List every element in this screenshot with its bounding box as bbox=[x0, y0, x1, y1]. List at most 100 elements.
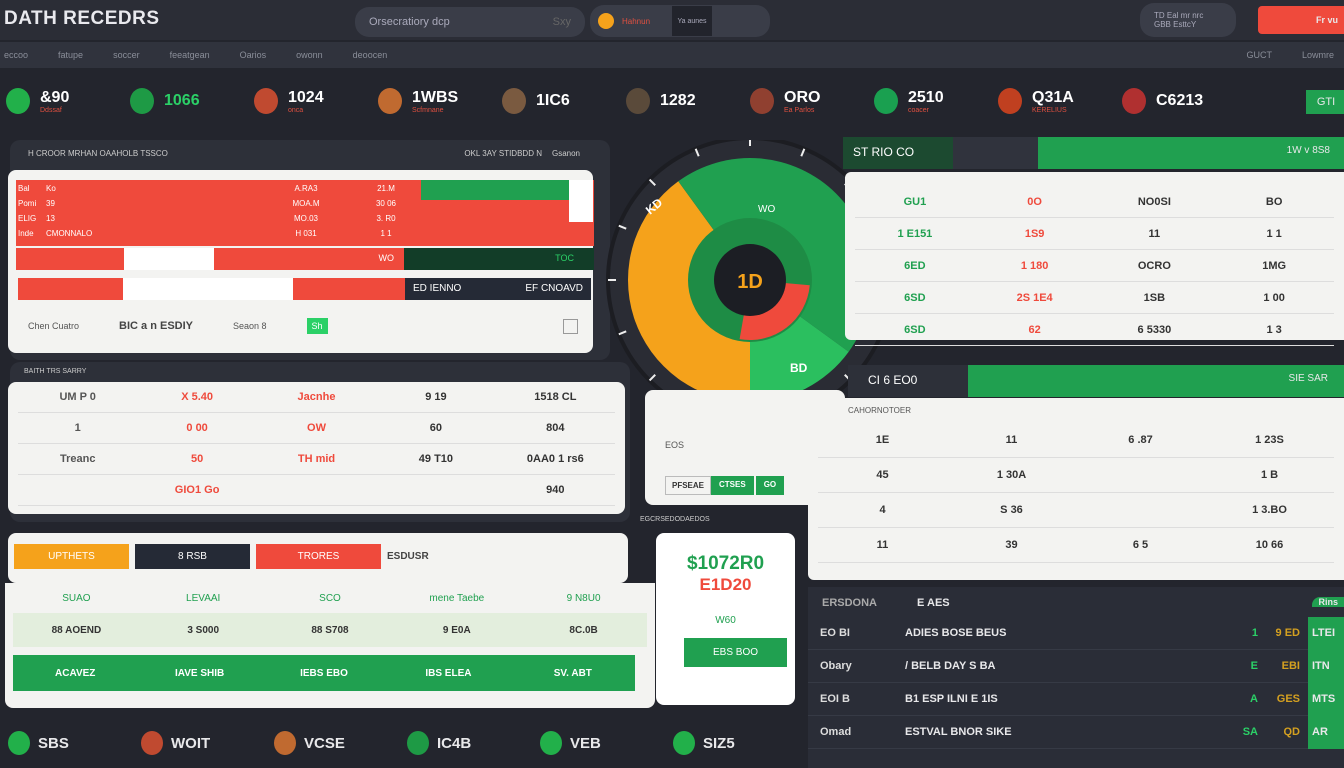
player-item[interactable]: 1024 onca bbox=[248, 88, 372, 114]
slice-label: BD bbox=[790, 361, 808, 375]
table-cell: 4 bbox=[879, 504, 886, 516]
nav-item[interactable]: feeatgean bbox=[170, 50, 210, 60]
table-row[interactable]: 1E 11 6 .87 1 23S bbox=[818, 423, 1334, 458]
table-row[interactable]: 6ED 1 180 OCRO 1MG bbox=[855, 250, 1334, 282]
nav-item[interactable]: Lowmre bbox=[1302, 50, 1334, 60]
table-cell: 45 bbox=[876, 469, 889, 481]
promo-button[interactable]: EBS BOO bbox=[684, 638, 787, 667]
cta-button[interactable]: Fr vu bbox=[1258, 6, 1344, 34]
column-header: E AES bbox=[917, 597, 950, 609]
odds-cell: 1 1 bbox=[380, 229, 392, 238]
table-cell: 88 AOEND bbox=[51, 624, 102, 636]
footer-badge[interactable]: Sh bbox=[306, 318, 328, 334]
player-item[interactable]: VCSE bbox=[266, 731, 399, 755]
fixture-row[interactable]: EOI B B1 ESP ILNI E 1IS A GES MTS bbox=[808, 682, 1344, 716]
player-sub: KERELIUS bbox=[1032, 106, 1067, 114]
user-menu[interactable]: TD Eal mr nrc GBB EsttcY bbox=[1140, 3, 1236, 37]
player-strip: &90 Ddssaf 1066 1024 onca 1WBS Scfmnane 1IC6 128… bbox=[0, 70, 1344, 132]
card-button[interactable]: CTSES bbox=[711, 476, 754, 495]
table-row[interactable]: Treanc 50 TH mid 49 T10 0AA0 1 rs6 bbox=[18, 444, 615, 475]
odds-cell: 30 06 bbox=[375, 199, 397, 208]
card-button[interactable]: GO bbox=[755, 476, 785, 495]
player-item[interactable]: Q31A KERELIUS bbox=[992, 88, 1116, 114]
player-item[interactable]: SBS bbox=[0, 731, 133, 755]
player-item[interactable]: 1066 bbox=[124, 88, 248, 114]
nav-item[interactable]: fatupe bbox=[58, 50, 83, 60]
gauge-card-label: EOS bbox=[665, 440, 685, 450]
player-item[interactable]: WOIT bbox=[133, 731, 266, 755]
player-item[interactable]: &90 Ddssaf bbox=[0, 88, 124, 114]
market-green-label[interactable]: SIE SAR bbox=[968, 365, 1344, 397]
player-item[interactable]: ORO Ea Parlos bbox=[744, 88, 868, 114]
table-cell: 6 .87 bbox=[1128, 434, 1153, 446]
nav-item[interactable]: deoocen bbox=[353, 50, 388, 60]
nav-item[interactable]: GUCT bbox=[1246, 50, 1272, 60]
panel-title: BAITH TRS SARRY bbox=[24, 368, 87, 375]
table-cell: GU1 bbox=[903, 195, 927, 208]
odds-cell: Pomi bbox=[18, 199, 37, 208]
nav-item[interactable]: Oarios bbox=[240, 50, 267, 60]
table-cell: BO bbox=[1265, 195, 1283, 208]
search-input[interactable]: Orsecratiory dcp Sxy bbox=[355, 7, 585, 37]
odds-row[interactable]: Inde CMONNALO H 031 1 1 bbox=[18, 226, 418, 241]
odds-cell: MO.03 bbox=[293, 214, 318, 223]
table-row[interactable]: 1 E151 1S9 11 1 1 bbox=[855, 218, 1334, 250]
stream-sub: Ya aunes bbox=[672, 6, 712, 36]
table-row-highlight[interactable]: ACAVEZ IAVE SHIB IEBS EBO IBS ELEA SV. ABT bbox=[13, 655, 635, 691]
tab[interactable]: UPTHETS bbox=[14, 544, 129, 569]
player-avatar-icon bbox=[6, 88, 30, 114]
nav-item[interactable]: owonn bbox=[296, 50, 323, 60]
player-item[interactable]: 1282 bbox=[620, 88, 744, 114]
player-item[interactable]: 1IC6 bbox=[496, 88, 620, 114]
table-cell: 0O bbox=[1027, 195, 1042, 208]
market-green-label[interactable]: 1W v 8S8 bbox=[1038, 137, 1344, 169]
market-header-2: CI 6 EO0 SIE SAR bbox=[848, 365, 1344, 397]
fixture-row[interactable]: EO BI ADIES BOSE BEUS 1 9 ED LTEI bbox=[808, 616, 1344, 650]
table-row[interactable]: 88 AOEND 3 S000 88 S708 9 E0A 8C.0B bbox=[13, 613, 647, 647]
table-row[interactable]: GIO1 Go 940 bbox=[18, 475, 615, 506]
table-cell: 6ED bbox=[904, 259, 926, 272]
fixture-row[interactable]: Obary / BELB DAY S BA E EBI ITN bbox=[808, 649, 1344, 683]
table-cell: UM P 0 bbox=[59, 391, 96, 403]
odds-bar-2[interactable]: ED IENNO EF CNOAVD bbox=[18, 278, 591, 300]
odds-bar[interactable]: WO TOC bbox=[16, 248, 594, 270]
tab-side[interactable]: ESDUSR bbox=[387, 551, 429, 562]
tab[interactable]: TRORES bbox=[256, 544, 381, 569]
table-row[interactable]: 6SD 2S 1E4 1SB 1 00 bbox=[855, 282, 1334, 314]
odds-cell: Inde bbox=[18, 229, 34, 238]
player-avatar-icon bbox=[1122, 88, 1146, 114]
nav-item[interactable]: eccoo bbox=[4, 50, 28, 60]
table-cell: TH mid bbox=[297, 453, 336, 465]
table-row[interactable]: 1 0 00 OW 60 804 bbox=[18, 413, 615, 444]
player-item[interactable]: C6213 bbox=[1116, 88, 1240, 114]
player-item[interactable]: 1WBS Scfmnane bbox=[372, 88, 496, 114]
table-row[interactable]: 6SD 62 6 5330 1 3 bbox=[855, 314, 1334, 346]
strip-button[interactable]: GTI bbox=[1306, 90, 1344, 114]
tab[interactable]: 8 RSB bbox=[135, 544, 250, 569]
odds-row[interactable]: ELIG 13 MO.03 3. R0 bbox=[18, 211, 418, 226]
table-row[interactable]: 45 1 30A 1 B bbox=[818, 458, 1334, 493]
fixture-cell: QD bbox=[1283, 726, 1301, 738]
checkbox[interactable] bbox=[563, 318, 578, 334]
odds-cell: H 031 bbox=[295, 229, 317, 238]
table-cell: 10 66 bbox=[1255, 539, 1284, 551]
table-row[interactable]: UM P 0 X 5.40 Jacnhe 9 19 1518 CL bbox=[18, 382, 615, 413]
table-row[interactable]: 4 S 36 1 3.BO bbox=[818, 493, 1334, 528]
player-item[interactable]: IC4B bbox=[399, 731, 532, 755]
fixture-row[interactable]: Omad ESTVAL BNOR SIKE SA QD AR bbox=[808, 715, 1344, 749]
odds-row[interactable]: Pomi 39 MOA.M 30 06 bbox=[18, 196, 418, 211]
table-cell: 2S 1E4 bbox=[1016, 291, 1053, 304]
player-item[interactable]: VEB bbox=[532, 731, 665, 755]
player-item[interactable]: 2510 coacer bbox=[868, 88, 992, 114]
card-button[interactable]: PFSEAE bbox=[665, 476, 712, 495]
player-value: SIZ5 bbox=[703, 734, 735, 752]
nav-item[interactable]: soccer bbox=[113, 50, 140, 60]
tabs-bar: UPTHETS 8 RSB TRORES ESDUSR bbox=[8, 533, 628, 583]
table-cell: S 36 bbox=[1000, 504, 1023, 516]
odds-row[interactable]: Bal Ko A.RA3 21.M bbox=[18, 181, 418, 196]
player-item[interactable]: SIZ5 bbox=[665, 731, 798, 755]
table-cell: 88 S708 bbox=[311, 624, 349, 636]
table-row[interactable]: GU1 0O NO0SI BO bbox=[855, 186, 1334, 218]
stream-selector[interactable]: Hahnun Ya aunes bbox=[590, 5, 770, 37]
table-row[interactable]: 11 39 6 5 10 66 bbox=[818, 528, 1334, 563]
